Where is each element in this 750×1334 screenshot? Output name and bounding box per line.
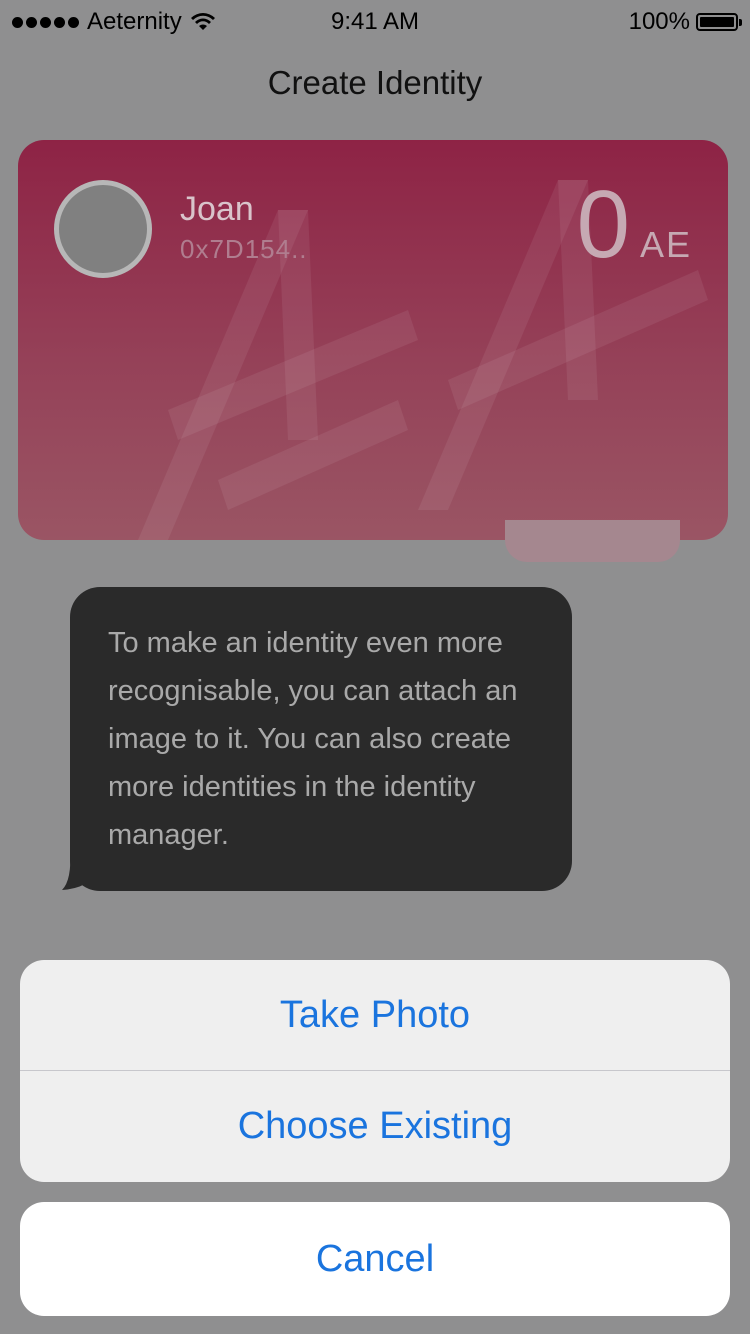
cancel-button[interactable]: Cancel [20, 1202, 730, 1316]
take-photo-button[interactable]: Take Photo [20, 960, 730, 1071]
avatar-placeholder[interactable] [54, 180, 152, 278]
balance-value: 0 [576, 171, 630, 278]
action-sheet: Take Photo Choose Existing [20, 960, 730, 1182]
identity-card[interactable]: Joan 0x7D154.. 0 AE [18, 140, 728, 540]
battery-percentage: 100% [628, 8, 690, 35]
page-title: Create Identity [267, 64, 483, 101]
choose-existing-button[interactable]: Choose Existing [20, 1071, 730, 1182]
status-right: 100% [628, 8, 742, 36]
battery-icon [696, 13, 742, 31]
tooltip-text: To make an identity even more recognisab… [108, 627, 518, 851]
tooltip-tail [62, 850, 98, 890]
balance-unit: AE [639, 224, 692, 265]
balance-display: 0 AE [577, 170, 692, 280]
identity-name: Joan [180, 190, 254, 228]
status-bar: Aeternity 9:41 AM 100% [0, 0, 750, 42]
tooltip-bubble: To make an identity even more recognisab… [70, 587, 572, 891]
identity-address: 0x7D154.. [180, 234, 308, 264]
background-bubble [505, 520, 680, 562]
